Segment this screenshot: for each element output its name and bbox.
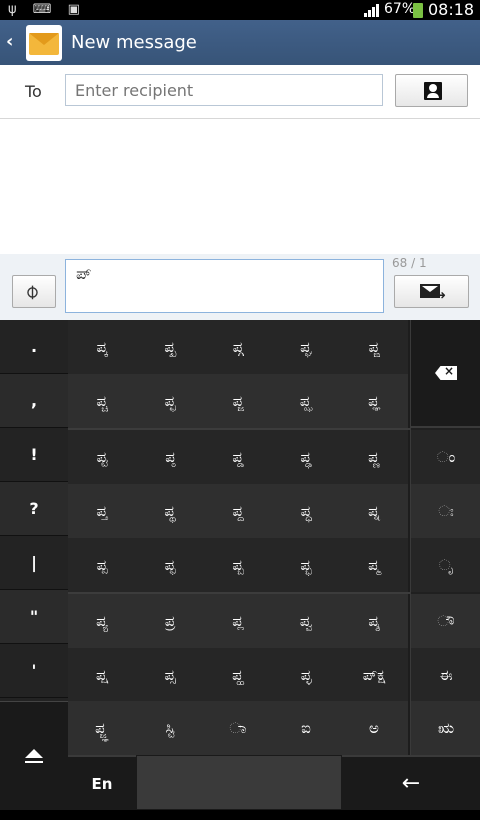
backspace-icon: ×	[435, 366, 457, 380]
consonant-key[interactable]: ಪ್ಪ	[68, 538, 136, 592]
symbol-key[interactable]: '	[0, 644, 68, 698]
consonant-key[interactable]: ಸ್ಟಿ	[136, 701, 204, 755]
shift-key[interactable]	[0, 701, 68, 810]
vowel-key[interactable]: ಅ	[340, 701, 408, 755]
language-switch-key[interactable]: En	[68, 755, 136, 810]
consonant-key[interactable]: ಪ್ಫ	[136, 538, 204, 592]
back-icon[interactable]: ‹	[6, 31, 13, 52]
messages-app-icon[interactable]	[26, 25, 62, 61]
consonant-key[interactable]: ಪ್ಙ	[340, 320, 408, 374]
enter-key[interactable]: ←	[342, 755, 480, 810]
consonant-key[interactable]: ಪ್ಜ	[204, 374, 272, 428]
consonant-key[interactable]: ಪ್ಯ	[68, 594, 136, 648]
consonant-key[interactable]: ಪ್ನ	[340, 484, 408, 538]
consonant-key[interactable]: ಪ್ಣ	[340, 430, 408, 484]
sign-key[interactable]: ಃ	[411, 484, 480, 538]
consonant-key[interactable]: ಪ್ಞ	[340, 374, 408, 428]
consonant-key[interactable]: ಪ್ಧ	[272, 484, 340, 538]
consonant-key[interactable]: ಪ್ರ	[136, 594, 204, 648]
space-key[interactable]	[136, 755, 342, 810]
consonant-key[interactable]: ಪ್ಗ	[204, 320, 272, 374]
shift-icon	[25, 749, 43, 763]
consonant-key[interactable]: ಪ್ಕ	[68, 320, 136, 374]
notification-icons: ψ ⌨ ▣	[8, 2, 86, 17]
status-bar: ψ ⌨ ▣ 67% 08:18	[0, 0, 480, 20]
battery-percent: 67%	[384, 1, 416, 17]
consonant-key[interactable]: ಪ್ಥ	[136, 484, 204, 538]
consonant-key[interactable]: ಪ್ಸ	[136, 648, 204, 702]
backspace-key[interactable]: ×	[411, 320, 480, 428]
consonant-key[interactable]: ಪ್ಬ	[204, 538, 272, 592]
contacts-button[interactable]	[395, 74, 468, 107]
symbol-key[interactable]: ,	[0, 374, 68, 428]
consonant-key[interactable]: ಪ್ಝ	[272, 374, 340, 428]
clock: 08:18	[428, 0, 475, 19]
consonant-key[interactable]: ಪ್ಠ	[136, 430, 204, 484]
consonant-key[interactable]: ಪ್ಚ	[68, 374, 136, 428]
consonant-key[interactable]: ಪ್ಲ	[204, 594, 272, 648]
consonant-key[interactable]: ಪ್ಹ	[204, 648, 272, 702]
consonant-key[interactable]: ಪ್ಖ	[136, 320, 204, 374]
paperclip-icon: ⌀	[18, 278, 44, 304]
symbol-key[interactable]: !	[0, 428, 68, 482]
symbol-key[interactable]: ?	[0, 482, 68, 536]
consonant-grid: ಪ್ಕ ಪ್ಖ ಪ್ಗ ಪ್ಘ ಪ್ಙ ಪ್ಚ ಪ್ಛ ಪ್ಜ ಪ್ಝ ಪ್ಞ …	[68, 320, 410, 755]
symbol-key[interactable]: .	[0, 320, 68, 374]
consonant-key[interactable]: ಪ್ಮ	[340, 538, 408, 592]
character-counter: 68 / 1	[392, 256, 427, 270]
consonant-key[interactable]: ಪ್ಘ	[272, 320, 340, 374]
consonant-key[interactable]: ಪ್ಢ	[272, 430, 340, 484]
consonant-key[interactable]: ಪ್ಷ	[68, 648, 136, 702]
consonant-key[interactable]: ಪ್ಳ	[272, 648, 340, 702]
message-input[interactable]: ಪ್	[65, 259, 384, 313]
send-arrow-icon: ➜	[436, 288, 447, 302]
sign-key[interactable]: ೌ	[411, 594, 480, 648]
compose-bar: ⌀ ಪ್ 68 / 1 ➜	[0, 254, 480, 320]
right-column: × ಂ ಃ ೃ ೌ ಈ ಋ	[410, 320, 480, 810]
recipient-input[interactable]	[65, 74, 383, 106]
symbol-key[interactable]: "	[0, 590, 68, 644]
consonant-key[interactable]: ಪ್ಭ	[272, 538, 340, 592]
send-button[interactable]: ➜	[394, 275, 469, 308]
consonant-key[interactable]: ಪ್ಛ	[136, 374, 204, 428]
page-title: New message	[71, 32, 197, 53]
to-label: To	[25, 82, 42, 101]
contact-icon	[424, 82, 442, 100]
recipient-row: To	[0, 65, 480, 119]
consonant-key[interactable]: ಪ್ಕ್ಷ	[340, 648, 408, 702]
sign-key[interactable]: ಋ	[411, 701, 480, 755]
consonant-key[interactable]: ಪ್ಟ	[68, 430, 136, 484]
sign-key[interactable]: ೃ	[411, 538, 480, 592]
consonant-key[interactable]: ಪ್ತ	[68, 484, 136, 538]
symbol-key[interactable]: |	[0, 536, 68, 590]
consonant-key[interactable]: ಪ್ಡ	[204, 430, 272, 484]
bottom-bar	[0, 810, 480, 820]
vowel-sign-key[interactable]: ಾ	[204, 701, 272, 755]
attach-button[interactable]: ⌀	[12, 275, 56, 308]
consonant-key[interactable]: ಪ್ಜ್ಞ	[68, 701, 136, 755]
consonant-key[interactable]: ಪ್ವ	[272, 594, 340, 648]
sign-key[interactable]: ಈ	[411, 648, 480, 702]
signal-icon	[364, 4, 379, 17]
vowel-key[interactable]: ಐ	[272, 701, 340, 755]
consonant-key[interactable]: ಪ್ಶ	[340, 594, 408, 648]
app-bar: ‹ New message	[0, 20, 480, 65]
message-thread-area	[0, 119, 480, 254]
consonant-key[interactable]: ಪ್ದ	[204, 484, 272, 538]
kannada-keyboard: . , ! ? | " ' ಪ್ಕ ಪ್ಖ ಪ್ಗ ಪ್ಘ ಪ್ಙ ಪ್ಚ ಪ್…	[0, 320, 480, 810]
battery-icon	[413, 3, 423, 18]
sign-key[interactable]: ಂ	[411, 430, 480, 484]
